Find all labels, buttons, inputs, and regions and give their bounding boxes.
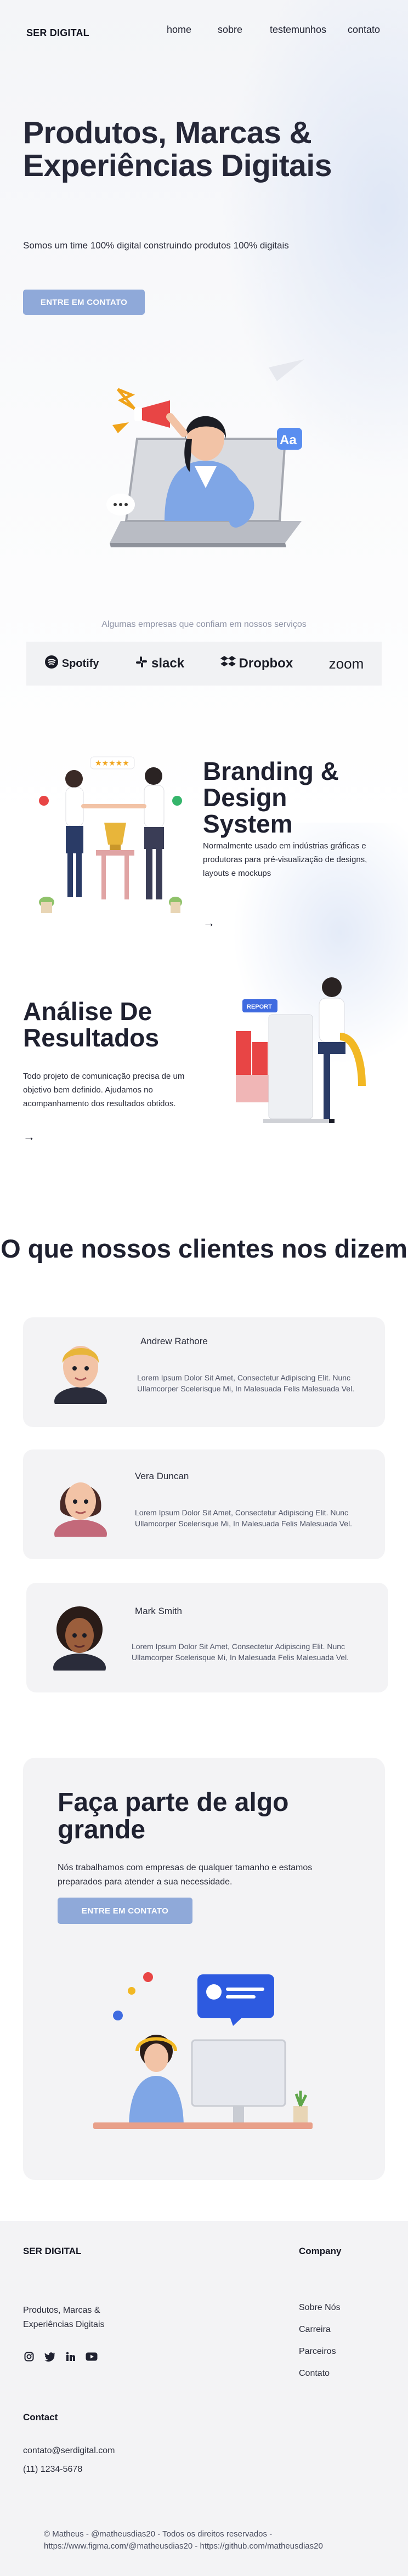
hero-subtitle: Somos um time 100% digital construindo p… — [23, 240, 289, 251]
footer-contact-title: Contact — [23, 2412, 58, 2422]
twitter-icon[interactable] — [44, 2351, 56, 2363]
slack-icon — [135, 655, 148, 672]
dropbox-icon — [220, 655, 236, 672]
testimonial-text: Lorem Ipsum Dolor Sit Amet, Consectetur … — [135, 1508, 353, 1528]
footer — [0, 2221, 408, 2576]
analysis-description: Todo projeto de comunicação precisa de u… — [23, 1072, 185, 1108]
report-label: REPORT — [247, 1004, 272, 1010]
testimonial-text: Lorem Ipsum Dolor Sit Amet, Consectetur … — [132, 1642, 349, 1662]
cta-text: Nós trabalhamos com empresas de qualquer… — [58, 1863, 313, 1887]
hero-contact-button[interactable]: ENTRE EM CONTATO — [23, 290, 145, 315]
branding-title: Branding & Design System — [203, 757, 339, 838]
testimonial-name: Vera Duncan — [135, 1471, 189, 1481]
footer-copyright: © Matheus - @matheusdias20 - Todos os di… — [44, 2529, 323, 2551]
footer-link-sobre[interactable]: Sobre Nós — [299, 2302, 341, 2324]
analysis-title: Análise De Resultados — [23, 997, 159, 1052]
partner-slack: slack — [135, 655, 184, 672]
footer-phone: (11) 1234-5678 — [23, 2465, 83, 2474]
testimonial-name: Mark Smith — [135, 1606, 182, 1616]
footer-link-carreira[interactable]: Carreira — [299, 2324, 341, 2346]
footer-link-parceiros[interactable]: Parceiros — [299, 2346, 341, 2368]
partner-zoom: zoom — [329, 655, 364, 672]
avatar — [54, 1346, 107, 1404]
hero-illustration: Aa — [106, 359, 304, 547]
branding-illustration: ★★★★★ — [39, 756, 182, 913]
analysis-arrow-link[interactable]: → — [23, 1130, 35, 1144]
page: SER DIGITAL home sobre testemunhos conta… — [0, 0, 408, 2576]
instagram-icon[interactable] — [23, 2351, 35, 2363]
avatar — [53, 1606, 106, 1671]
footer-brand[interactable]: SER DIGITAL — [23, 2246, 81, 2257]
footer-company-links: Sobre Nós Carreira Parceiros Contato — [299, 2302, 341, 2390]
nav-testemunhos[interactable]: testemunhos — [270, 24, 326, 36]
footer-contact-info: contato@serdigital.com (11) 1234-5678 — [23, 2442, 115, 2479]
partner-label: slack — [151, 656, 185, 671]
footer-link-contato[interactable]: Contato — [299, 2368, 341, 2390]
nav-sobre[interactable]: sobre — [218, 24, 242, 36]
footer-company-title: Company — [299, 2246, 342, 2256]
partners-bar: Spotify slack Dropbox zoom — [26, 642, 382, 686]
partner-label: zoom — [328, 655, 364, 672]
cta-title: Faça parte de algo grande — [58, 1788, 289, 1844]
linkedin-icon[interactable] — [65, 2351, 77, 2363]
partner-label: Dropbox — [239, 656, 293, 671]
branding-description: Normalmente usado em indústrias gráficas… — [203, 841, 367, 878]
nav-contato[interactable]: contato — [348, 24, 380, 36]
nav-home[interactable]: home — [167, 24, 191, 36]
hero-title: Produtos, Marcas & Experiências Digitais — [23, 115, 332, 183]
youtube-icon[interactable] — [86, 2351, 98, 2363]
social-links — [23, 2351, 98, 2363]
partner-label: Spotify — [61, 657, 99, 670]
testimonial-name: Andrew Rathore — [140, 1336, 208, 1346]
analysis-illustration: REPORT — [236, 977, 366, 1123]
avatar — [54, 1482, 107, 1537]
testimonial-text: Lorem Ipsum Dolor Sit Amet, Consectetur … — [137, 1373, 355, 1393]
spotify-icon — [44, 655, 59, 673]
header: SER DIGITAL home sobre testemunhos conta… — [0, 0, 408, 60]
testimonials-title: O que nossos clientes nos dizem — [1, 1234, 407, 1263]
footer-email[interactable]: contato@serdigital.com — [23, 2442, 115, 2460]
aa-badge-label: Aa — [280, 433, 297, 448]
partner-dropbox: Dropbox — [220, 655, 293, 672]
partners-caption: Algumas empresas que confiam em nossos s… — [101, 620, 307, 629]
branding-arrow-link[interactable]: → — [203, 916, 215, 930]
partner-spotify: Spotify — [44, 655, 99, 673]
cta-illustration — [93, 1972, 313, 2129]
rating-stars: ★★★★★ — [95, 759, 129, 768]
footer-tagline: Produtos, Marcas & Experiências Digitais — [23, 2306, 105, 2329]
logo[interactable]: SER DIGITAL — [26, 27, 89, 39]
cta-contact-button[interactable]: ENTRE EM CONTATO — [58, 1898, 192, 1924]
